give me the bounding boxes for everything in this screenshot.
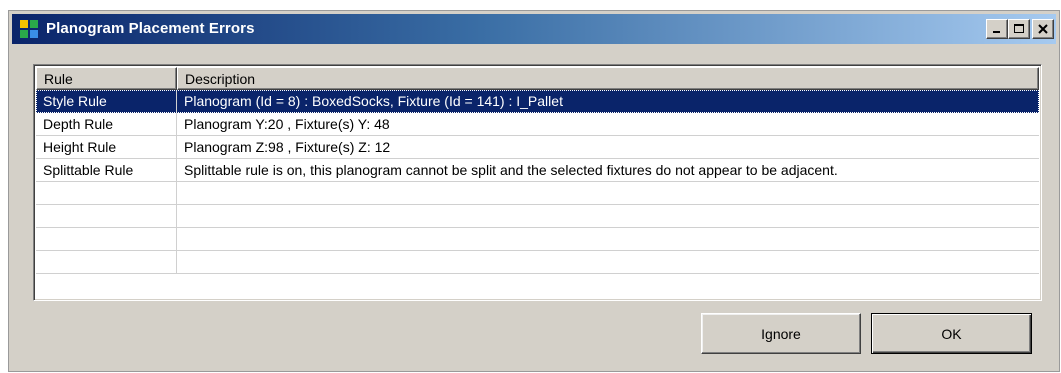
rule-cell: Height Rule [36,136,177,159]
list-row-depth-rule[interactable]: Depth Rule Planogram Y:20 , Fixture(s) Y… [36,113,1039,136]
description-cell [177,205,1039,228]
list-row-empty [36,251,1039,274]
minimize-button[interactable] [986,19,1008,39]
dialog-window: Planogram Placement Errors Rule Descript… [8,10,1060,372]
list-row-splittable-rule[interactable]: Splittable Rule Splittable rule is on, t… [36,159,1039,182]
window-title: Planogram Placement Errors [46,20,255,37]
maximize-button[interactable] [1008,19,1030,39]
description-cell: Planogram Y:20 , Fixture(s) Y: 48 [177,113,1039,136]
column-header-description[interactable]: Description [177,67,1039,90]
description-cell [177,182,1039,205]
maximize-icon [1014,24,1024,33]
ok-button[interactable]: OK [871,313,1032,354]
list-row-style-rule[interactable]: Style Rule Planogram (Id = 8) : BoxedSoc… [36,90,1039,113]
rule-cell: Depth Rule [36,113,177,136]
list-row-height-rule[interactable]: Height Rule Planogram Z:98 , Fixture(s) … [36,136,1039,159]
minimize-icon [993,31,1000,33]
errors-list[interactable]: Rule Description Style Rule Planogram (I… [33,64,1042,301]
list-row-empty [36,228,1039,251]
rule-cell [36,251,177,274]
rule-cell [36,228,177,251]
description-cell [177,228,1039,251]
title-bar[interactable]: Planogram Placement Errors [12,14,1056,44]
description-cell: Splittable rule is on, this planogram ca… [177,159,1039,182]
description-cell: Planogram (Id = 8) : BoxedSocks, Fixture… [177,90,1039,113]
grid-app-icon [20,20,38,38]
column-header-rule[interactable]: Rule [36,67,177,90]
rule-cell [36,205,177,228]
description-cell: Planogram Z:98 , Fixture(s) Z: 12 [177,136,1039,159]
rule-cell: Style Rule [36,90,177,113]
list-row-empty [36,205,1039,228]
close-button[interactable] [1032,19,1054,39]
ignore-button[interactable]: Ignore [701,313,861,354]
rule-cell [36,182,177,205]
list-row-empty [36,182,1039,205]
close-icon [1038,24,1048,34]
description-cell [177,251,1039,274]
rule-cell: Splittable Rule [36,159,177,182]
list-header: Rule Description [36,67,1039,90]
